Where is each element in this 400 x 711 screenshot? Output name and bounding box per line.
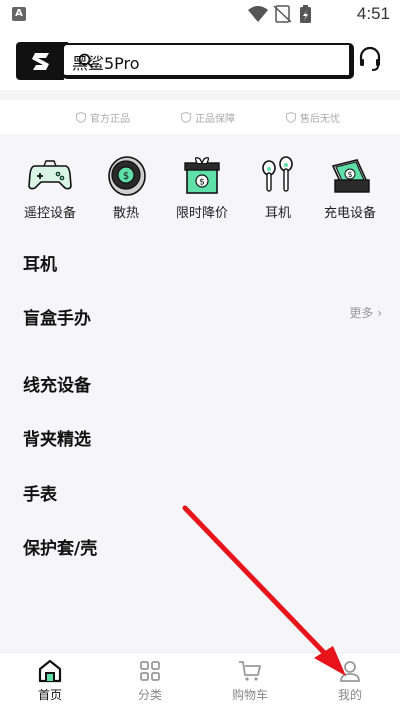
battery-charging-icon [300,5,311,23]
search-value: 黑鲨5Pro [72,54,140,73]
home-icon [38,659,62,683]
no-sim-icon [273,5,292,23]
section-title[interactable]: 手表 [23,480,57,505]
category-cooling[interactable]: $ 散热 [86,152,166,221]
category-earphones[interactable]: 耳机 [238,152,318,221]
header: 黑鲨5Pro [0,28,400,90]
cart-icon [239,661,261,681]
grid-icon [140,661,160,681]
app-notification-icon: A [12,7,26,21]
nav-profile[interactable]: 我的 [300,659,400,703]
section-title[interactable]: 耳机 [23,250,57,275]
clock: 4:51 [356,4,390,23]
category-remote[interactable]: 遥控设备 [10,152,90,221]
nav-home[interactable]: 首页 [0,659,100,703]
wifi-icon [248,6,268,22]
guarantee-item: 售后无忧 [286,110,340,125]
svg-text:$: $ [199,178,205,188]
headset-icon[interactable] [358,46,382,72]
guarantee-bar: 官方正品 正品保障 售后无忧 [0,100,400,134]
status-bar: A 4:51 [0,0,400,28]
more-link[interactable]: 更多 › [349,304,382,321]
guarantee-item: 正品保障 [181,110,235,125]
section-title[interactable]: 背夹精选 [23,425,91,450]
cooler-fan-icon: $ [108,156,146,196]
nav-cart[interactable]: 购物车 [200,659,300,703]
shield-icon [76,112,86,123]
shield-icon [286,112,296,123]
category-row: 遥控设备 $ 散热 $ 限时降价 耳机 $ 充电设备 [0,142,400,230]
earbuds-icon [262,156,293,192]
gamepad-icon [28,160,72,190]
bottom-nav: 首页 分类 购物车 我的 [0,652,400,711]
blackshark-logo-icon [16,42,68,80]
category-price-drop[interactable]: $ 限时降价 [162,152,242,221]
gift-box-icon: $ [184,157,220,194]
section-title[interactable]: 线充设备 [23,371,91,396]
shield-icon [181,112,191,123]
section-title[interactable]: 保护套/壳 [23,534,97,559]
guarantee-item: 官方正品 [76,110,130,125]
search-bar[interactable]: 黑鲨5Pro [16,42,354,80]
status-icons [246,4,318,28]
charger-icon: $ [331,159,370,193]
category-charging[interactable]: $ 充电设备 [310,152,390,221]
svg-text:$: $ [347,170,352,179]
svg-text:$: $ [123,171,129,182]
section-title[interactable]: 盲盒手办 [23,304,91,329]
profile-icon [340,661,360,682]
nav-category[interactable]: 分类 [100,659,200,703]
